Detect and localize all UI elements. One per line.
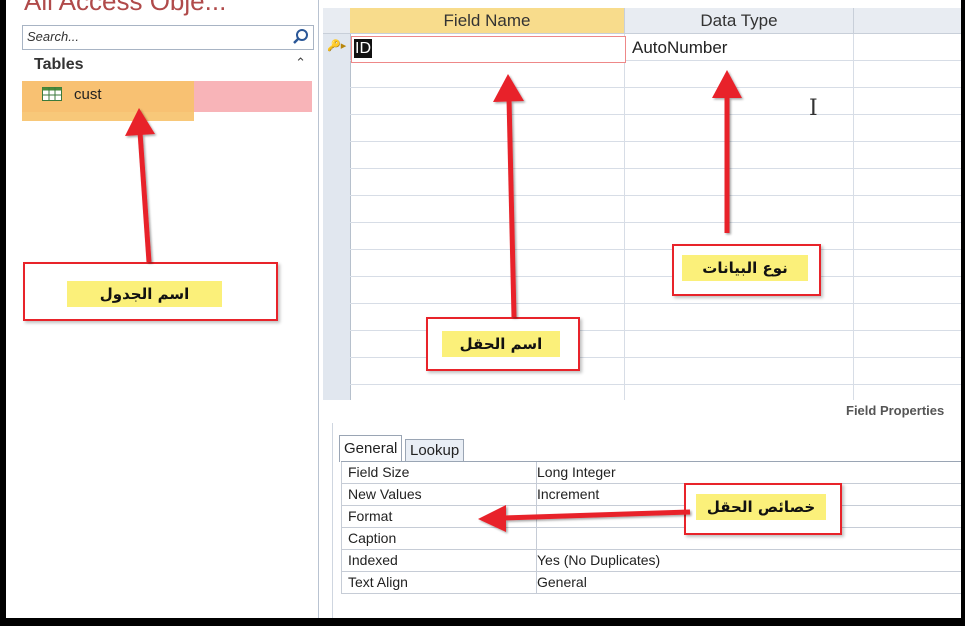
annotation-arrows <box>125 70 742 532</box>
arrow-to-field-name <box>493 74 524 318</box>
arrow-to-table <box>125 108 155 263</box>
arrow-to-field-properties <box>478 505 691 532</box>
arrow-to-data-type <box>712 70 742 233</box>
